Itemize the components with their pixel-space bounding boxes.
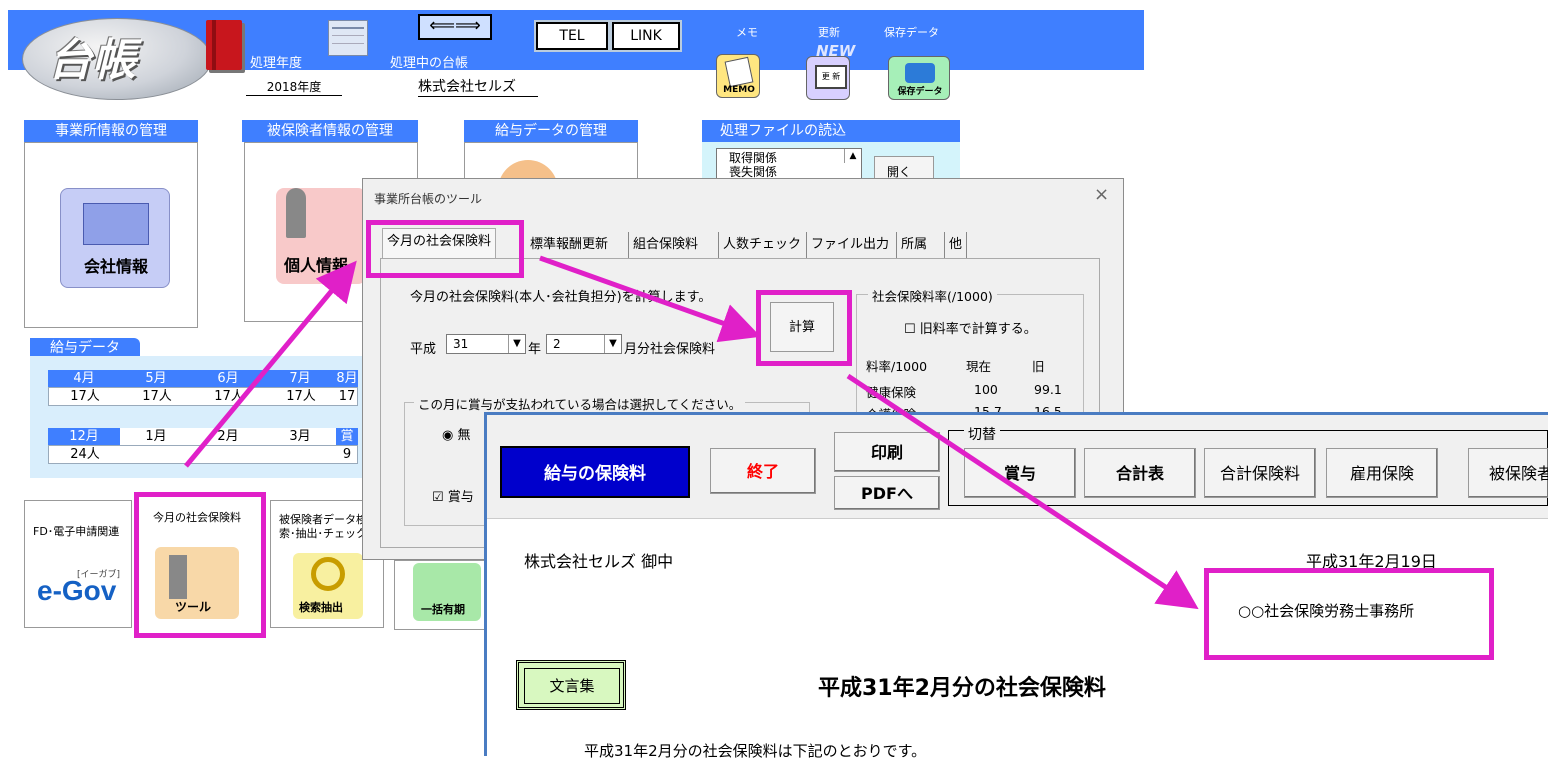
arrow-calc-to-office — [846, 373, 1199, 610]
arrow-tile-to-tab — [184, 260, 357, 468]
arrow-tab-to-calc — [539, 255, 761, 343]
annotation-arrows — [184, 255, 1199, 610]
